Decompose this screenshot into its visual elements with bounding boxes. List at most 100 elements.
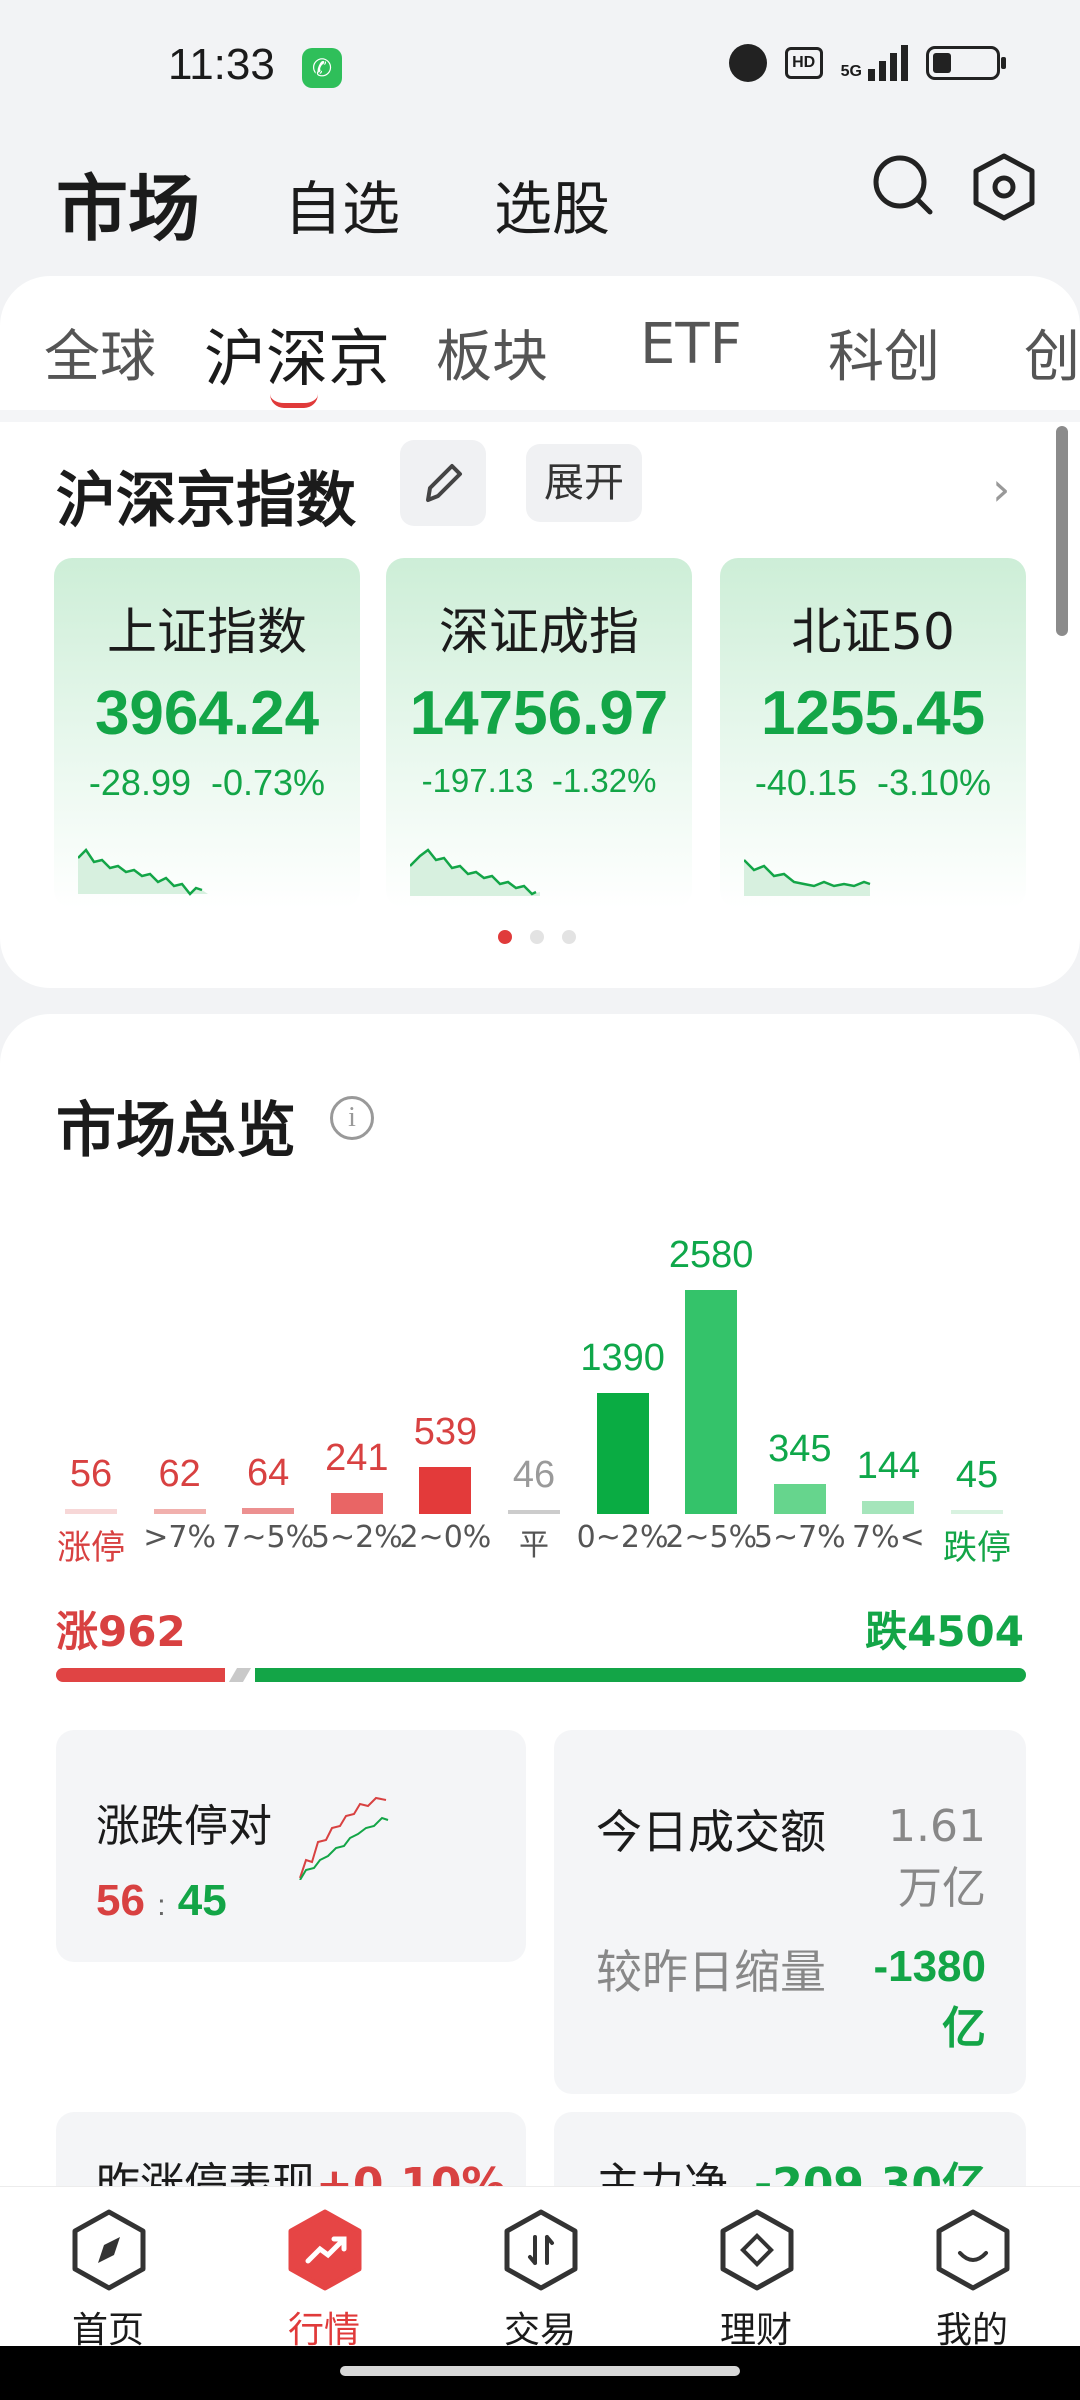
bar-value-label: 1390 [580, 1337, 665, 1379]
limit-ratio-value: 56 : 45 [96, 1876, 227, 1926]
gesture-area [0, 2346, 1080, 2400]
network-type: 5G [840, 63, 862, 80]
bar [951, 1510, 1003, 1514]
limit-up-count: 56 [96, 1876, 145, 1925]
bottom-nav: 首页 行情 交易 理财 我的 [0, 2186, 1080, 2351]
settings-icon[interactable] [970, 152, 1038, 222]
edit-button[interactable] [400, 440, 486, 526]
tab-watchlist[interactable]: 自选 [284, 162, 400, 246]
signal-icon: 5G [841, 45, 908, 81]
alarm-icon [728, 44, 767, 82]
fall-total: 跌4504 [865, 1607, 1024, 1656]
index-change-abs: -40.15 [754, 762, 857, 803]
tab-star-market[interactable]: 科创 [828, 312, 940, 393]
turnover-tile[interactable]: 今日成交额 1.61万亿 较昨日缩量 -1380亿 [554, 1730, 1026, 2094]
turnover-change-label: 较昨日缩量 [596, 1945, 826, 1999]
index-card-shenzhen[interactable]: 深证成指 14756.97 -197.13 -1.32% [386, 558, 692, 908]
nav-wealth[interactable]: 理财 [686, 2197, 826, 2351]
trend-icon [288, 2209, 362, 2291]
index-name: 北证50 [791, 603, 955, 661]
home-indicator[interactable] [340, 2366, 740, 2376]
carousel-dot[interactable] [562, 930, 576, 944]
bar [242, 1508, 295, 1514]
index-change: -40.15 -3.10% [720, 762, 1026, 804]
bar-value-label: 144 [856, 1445, 921, 1487]
hd-icon: HD [784, 47, 823, 79]
search-icon[interactable] [870, 152, 936, 218]
limit-trend-chart [299, 1796, 389, 1880]
tab-sectors[interactable]: 板块 [436, 312, 548, 393]
status-bar: 11:33 ✆ HD 5G [0, 0, 1080, 130]
nav-trade[interactable]: 交易 [470, 2197, 610, 2351]
carousel-dot[interactable] [530, 930, 544, 944]
chevron-right-icon[interactable]: › [992, 462, 1010, 516]
pencil-icon [426, 464, 462, 502]
ratio-flat-segment [228, 1668, 252, 1682]
index-name: 上证指数 [107, 603, 307, 661]
ratio-fall-segment [255, 1668, 1026, 1682]
bar-value-label: 2580 [668, 1234, 754, 1276]
status-icons: HD 5G [728, 44, 1006, 82]
bar [596, 1393, 649, 1514]
info-icon[interactable]: i [330, 1096, 374, 1140]
turnover-change-value: -1380亿 [873, 1942, 986, 2053]
nav-market[interactable]: 行情 [254, 2197, 394, 2351]
index-change-pct: -1.32% [551, 762, 657, 799]
bar [330, 1493, 383, 1514]
limit-ratio-tile[interactable]: 涨跌停对 56 : 45 [56, 1730, 526, 1962]
page-title: 市场 [56, 167, 201, 251]
market-tabs: 全球 沪深京 板块 ETF 科创 创 [0, 276, 1080, 410]
carousel-dot[interactable] [498, 930, 512, 944]
tab-chinext[interactable]: 创 [1024, 312, 1080, 393]
bar [773, 1484, 826, 1514]
index-value: 1255.45 [760, 679, 986, 748]
turnover-value: 1.61万亿 [888, 1801, 986, 1914]
index-change-pct: -0.73% [211, 762, 326, 803]
rise-total: 涨962 [56, 1607, 186, 1656]
overview-title: 市场总览 [56, 1096, 296, 1166]
tab-stock-picker[interactable]: 选股 [494, 162, 610, 246]
index-value: 14756.97 [409, 679, 669, 748]
bar-value-label: 56 [69, 1453, 113, 1495]
expand-button[interactable]: 展开 [526, 444, 642, 522]
limit-ratio-label: 涨跌停对 [96, 1801, 272, 1852]
index-change: -197.13 -1.32% [386, 762, 692, 800]
active-tab-indicator [270, 394, 318, 408]
bar-category-label: 跌停 [943, 1528, 1011, 1568]
carousel-dots [498, 930, 576, 944]
index-change-pct: -3.10% [877, 762, 992, 803]
bar-value-label: 539 [413, 1411, 478, 1453]
index-card-beijing50[interactable]: 北证50 1255.45 -40.15 -3.10% [720, 558, 1026, 908]
battery-icon [926, 46, 1006, 80]
nav-profile[interactable]: 我的 [902, 2197, 1042, 2351]
trade-icon [504, 2209, 578, 2291]
scrollbar[interactable] [1056, 426, 1068, 636]
ratio-rise-segment [56, 1668, 225, 1682]
tab-hushenjing[interactable]: 沪深京 [204, 308, 390, 398]
wealth-icon [720, 2209, 794, 2291]
ratio-separator: : [157, 1889, 166, 1922]
sparkline [410, 848, 540, 896]
bar-value-label: 62 [158, 1453, 201, 1495]
bar-value-label: 45 [955, 1454, 999, 1496]
bar-value-label: 345 [768, 1428, 832, 1470]
index-change: -28.99 -0.73% [54, 762, 360, 804]
bar [65, 1509, 117, 1514]
divider [0, 410, 1080, 422]
call-icon: ✆ [302, 48, 342, 88]
limit-down-count: 45 [177, 1876, 227, 1925]
indices-card: 全球 沪深京 板块 ETF 科创 创 沪深京指数 展开 › 上证指数 3964.… [0, 276, 1080, 988]
index-change-abs: -197.13 [421, 762, 534, 799]
bar-value-label: 241 [325, 1437, 389, 1479]
turnover-label: 今日成交额 [596, 1805, 826, 1859]
index-card-shanghai[interactable]: 上证指数 3964.24 -28.99 -0.73% [54, 558, 360, 908]
bar-value-label: 46 [512, 1454, 556, 1496]
tab-etf[interactable]: ETF [640, 312, 742, 377]
rise-fall-ratio-bar [56, 1668, 1026, 1682]
sparkline [78, 848, 208, 896]
tab-global[interactable]: 全球 [44, 312, 156, 393]
nav-home[interactable]: 首页 [38, 2197, 178, 2351]
market-overview-card: 市场总览 i 56 涨停 62 >7% 64 7~5% 241 5~2% 539 2~0% 46 平 1… [0, 1014, 1080, 2262]
bar-value-label: 64 [247, 1452, 290, 1494]
indices-title: 沪深京指数 [56, 466, 356, 536]
